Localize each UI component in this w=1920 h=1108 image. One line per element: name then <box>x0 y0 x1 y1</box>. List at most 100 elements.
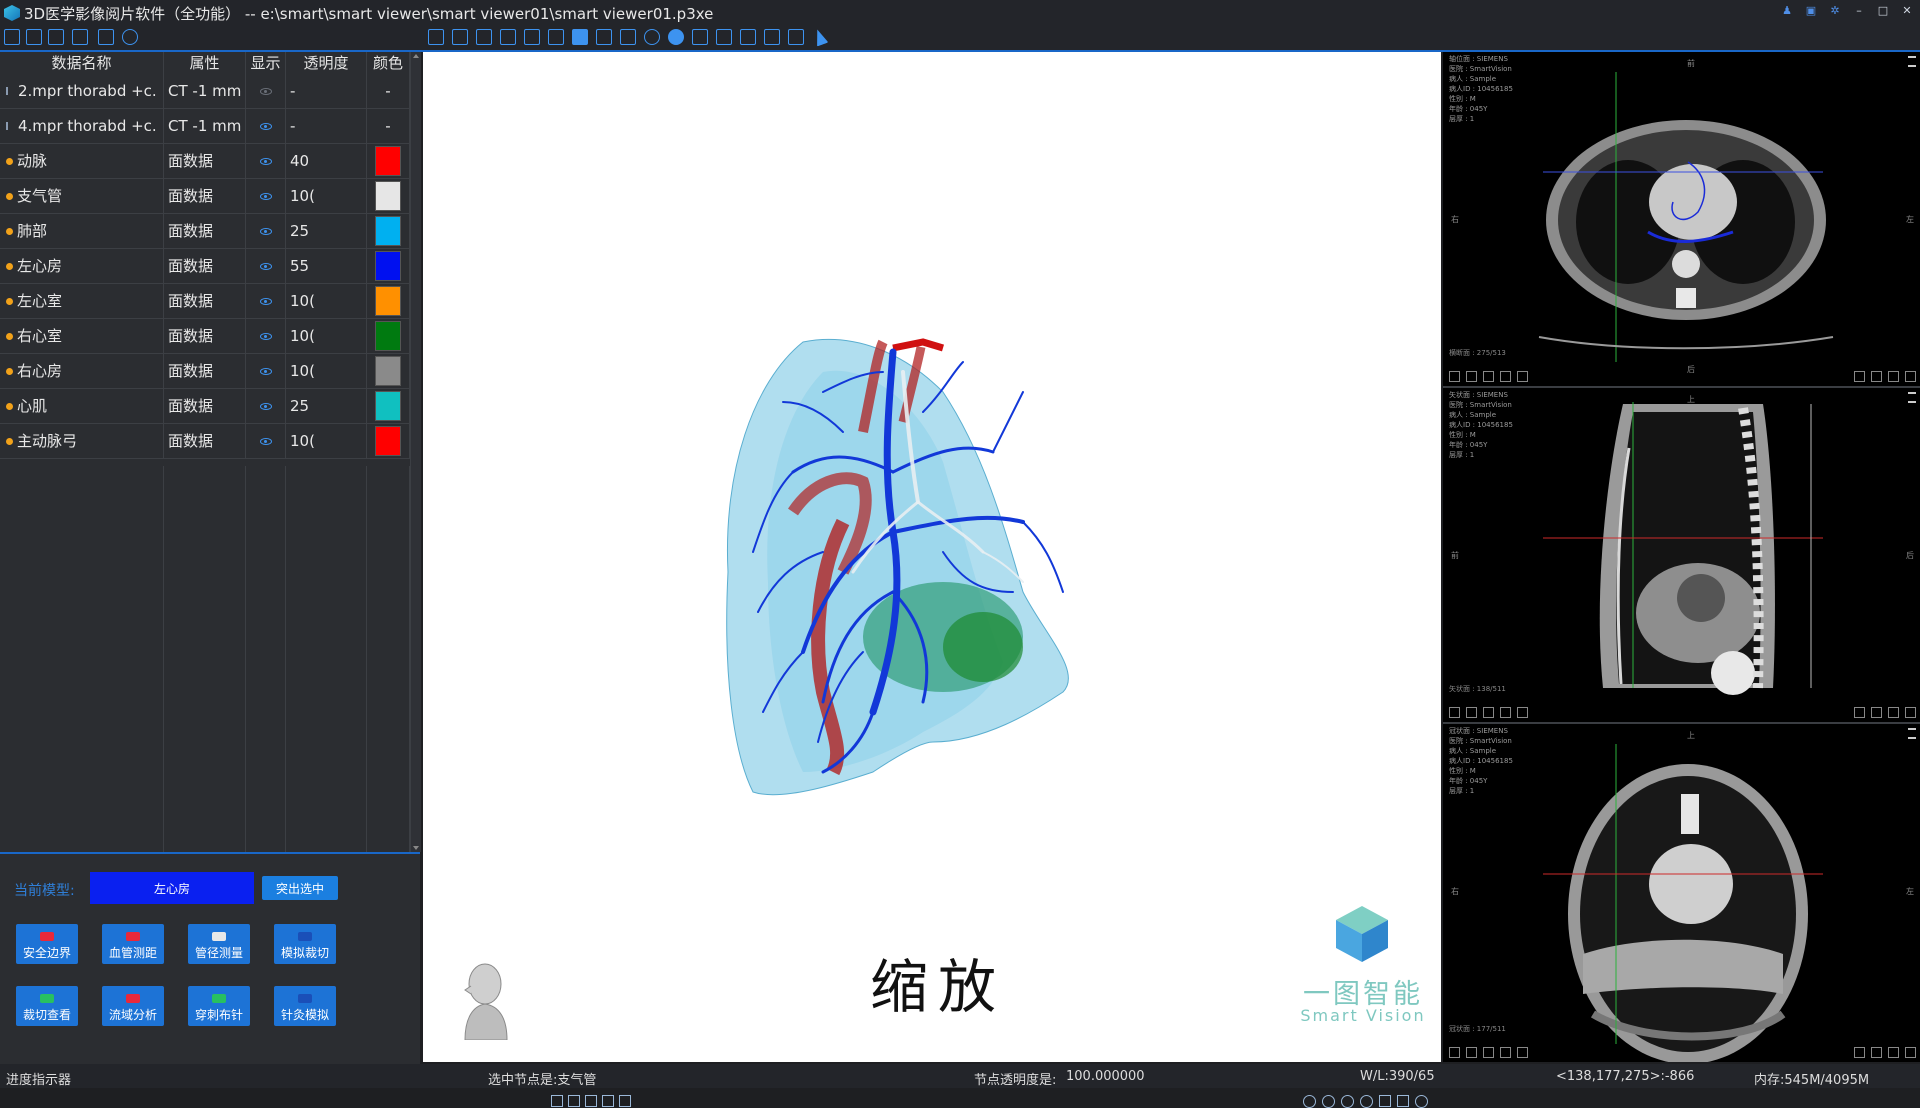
layout-4-icon[interactable] <box>500 29 516 45</box>
ct-view-axial[interactable]: 轴位面 : SIEMENS 医院 : SmartVision 病人 : Samp… <box>1443 52 1920 388</box>
tool-button-6[interactable]: 流域分析 <box>102 986 164 1026</box>
table-row[interactable]: 动脉 面数据 40 <box>0 144 410 179</box>
current-model-value[interactable]: 左心房 <box>90 872 254 904</box>
eye-icon[interactable] <box>259 297 272 305</box>
header-visible[interactable]: 显示 <box>246 52 286 74</box>
eye-icon[interactable] <box>259 332 272 340</box>
cell-opacity[interactable]: 10( <box>286 284 367 318</box>
hide-icon[interactable] <box>122 29 138 45</box>
vp-prev-icon[interactable] <box>568 1095 580 1107</box>
vp-tool-3-icon[interactable] <box>1341 1095 1354 1108</box>
tool-button-3[interactable]: 管径测量 <box>188 924 250 964</box>
vp-record-icon[interactable] <box>585 1095 597 1107</box>
table-row[interactable]: 左心房 面数据 55 <box>0 249 410 284</box>
color-swatch[interactable] <box>375 391 401 421</box>
eye-icon[interactable] <box>259 122 272 130</box>
pointer-icon[interactable] <box>811 27 829 47</box>
ct-view-coronal[interactable]: 冠状面 : SIEMENS 医院 : SmartVision 病人 : Samp… <box>1443 724 1920 1062</box>
3d-viewport[interactable] <box>423 52 1441 1108</box>
tool-button-1[interactable]: 安全边界 <box>16 924 78 964</box>
color-swatch[interactable] <box>375 181 401 211</box>
eye-icon[interactable] <box>259 402 272 410</box>
user-icon[interactable]: ♟ <box>1780 3 1794 17</box>
color-swatch[interactable] <box>375 321 401 351</box>
header-name[interactable]: 数据名称 <box>0 52 164 74</box>
table-row[interactable]: 肺部 面数据 25 <box>0 214 410 249</box>
tool-button-8[interactable]: 针灸模拟 <box>274 986 336 1026</box>
cell-opacity[interactable]: 10( <box>286 424 367 458</box>
color-swatch[interactable] <box>375 356 401 386</box>
cell-opacity[interactable]: 25 <box>286 214 367 248</box>
header-color[interactable]: 颜色 <box>367 52 410 74</box>
contrast-icon[interactable] <box>668 29 684 45</box>
tool-button-4[interactable]: 模拟裁切 <box>274 924 336 964</box>
lung-3d-model[interactable] <box>423 52 1441 1062</box>
fill-view-icon[interactable] <box>572 29 588 45</box>
eye-icon[interactable] <box>259 262 272 270</box>
cell-opacity[interactable]: 40 <box>286 144 367 178</box>
ct-sagittal-image[interactable] <box>1443 388 1920 722</box>
minimize-button[interactable]: – <box>1852 3 1866 17</box>
four-view-icon[interactable] <box>788 29 804 45</box>
table-row[interactable]: 支气管 面数据 10( <box>0 179 410 214</box>
table-row[interactable]: 主动脉弓 面数据 10( <box>0 424 410 459</box>
color-swatch[interactable] <box>375 251 401 281</box>
layout-6-icon[interactable] <box>548 29 564 45</box>
cell-opacity[interactable]: 55 <box>286 249 367 283</box>
list-icon[interactable] <box>72 29 88 45</box>
tool-button-2[interactable]: 血管测距 <box>102 924 164 964</box>
eye-icon[interactable] <box>259 227 272 235</box>
close-button[interactable]: ✕ <box>1900 3 1914 17</box>
color-swatch[interactable] <box>375 216 401 246</box>
window-layout-icon[interactable]: ▣ <box>1804 3 1818 17</box>
orientation-bust-icon[interactable] <box>455 960 513 1040</box>
mask-icon[interactable] <box>620 29 636 45</box>
vp-tool-7-icon[interactable] <box>1415 1095 1428 1108</box>
vp-fullscreen-icon[interactable] <box>551 1095 563 1107</box>
vp-tool-2-icon[interactable] <box>1322 1095 1335 1108</box>
ct-coronal-image[interactable] <box>1443 724 1920 1062</box>
color-swatch[interactable] <box>375 286 401 316</box>
cell-opacity[interactable]: - <box>286 74 367 108</box>
cell-opacity[interactable]: - <box>286 109 367 143</box>
ct-view-sagittal[interactable]: 矢状面 : SIEMENS 医院 : SmartVision 病人 : Samp… <box>1443 388 1920 724</box>
rotate-icon[interactable] <box>644 29 660 45</box>
vp-tool-6-icon[interactable] <box>1397 1095 1409 1107</box>
table-row[interactable]: 右心室 面数据 10( <box>0 319 410 354</box>
window-level-icon[interactable] <box>692 29 708 45</box>
vp-next-icon[interactable] <box>602 1095 614 1107</box>
eye-icon[interactable] <box>259 192 272 200</box>
tool-button-5[interactable]: 裁切查看 <box>16 986 78 1026</box>
scroll-down-icon[interactable] <box>413 846 419 850</box>
open-file-icon[interactable] <box>4 29 20 45</box>
eye-icon[interactable] <box>259 367 272 375</box>
tool-button-7[interactable]: 穿刺布针 <box>188 986 250 1026</box>
table-row[interactable]: 右心房 面数据 10( <box>0 354 410 389</box>
color-swatch[interactable] <box>375 146 401 176</box>
eye-icon[interactable] <box>259 437 272 445</box>
header-property[interactable]: 属性 <box>164 52 246 74</box>
slice-icon[interactable] <box>716 29 732 45</box>
header-opacity[interactable]: 透明度 <box>286 52 367 74</box>
cell-opacity[interactable]: 10( <box>286 179 367 213</box>
eye-icon[interactable] <box>259 87 272 95</box>
eye-icon[interactable] <box>259 157 272 165</box>
layout-1-icon[interactable] <box>428 29 444 45</box>
table-row[interactable]: 4.mpr thorabd +c. CT -1 mm - - <box>0 109 410 144</box>
cell-opacity[interactable]: 25 <box>286 389 367 423</box>
grid-icon[interactable] <box>48 29 64 45</box>
export-icon[interactable] <box>98 29 114 45</box>
scroll-up-icon[interactable] <box>413 54 419 58</box>
table-row[interactable]: 2.mpr thorabd +c. CT -1 mm - - <box>0 74 410 109</box>
cell-opacity[interactable]: 10( <box>286 354 367 388</box>
ct-axial-image[interactable] <box>1443 52 1920 386</box>
table-row[interactable]: 心肌 面数据 25 <box>0 389 410 424</box>
camera-icon[interactable] <box>764 29 780 45</box>
table-row[interactable]: 左心室 面数据 10( <box>0 284 410 319</box>
layout-5-icon[interactable] <box>524 29 540 45</box>
edit-icon[interactable] <box>26 29 42 45</box>
layout-3-icon[interactable] <box>476 29 492 45</box>
page-icon[interactable] <box>596 29 612 45</box>
layout-2-icon[interactable] <box>452 29 468 45</box>
highlight-selected-button[interactable]: 突出选中 <box>262 876 338 900</box>
